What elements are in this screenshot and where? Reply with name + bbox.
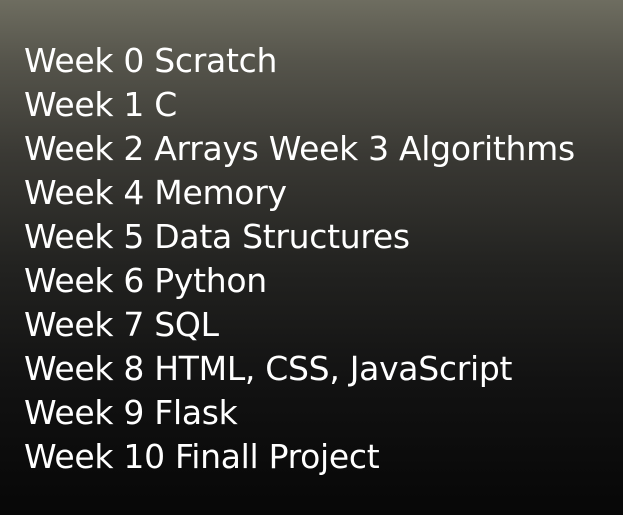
week-4-line: Week 4 Memory	[24, 173, 287, 212]
week-6-line: Week 6 Python	[24, 261, 267, 300]
week-1-line: Week 1 C	[24, 85, 178, 124]
week-8-line: Week 8 HTML, CSS, JavaScript	[24, 349, 513, 388]
week-2-3-line: Week 2 Arrays Week 3 Algorithms	[24, 129, 575, 168]
week-9-line: Week 9 Flask	[24, 393, 238, 432]
week-10-line: Week 10 Finall Project	[24, 437, 380, 476]
week-0-line: Week 0 Scratch	[24, 41, 278, 80]
week-list: Week 0 Scratch Week 1 C Week 2 Arrays We…	[24, 39, 575, 479]
syllabus-panel: Week 0 Scratch Week 1 C Week 2 Arrays We…	[0, 0, 623, 515]
week-5-line: Week 5 Data Structures	[24, 217, 410, 256]
week-7-line: Week 7 SQL	[24, 305, 219, 344]
